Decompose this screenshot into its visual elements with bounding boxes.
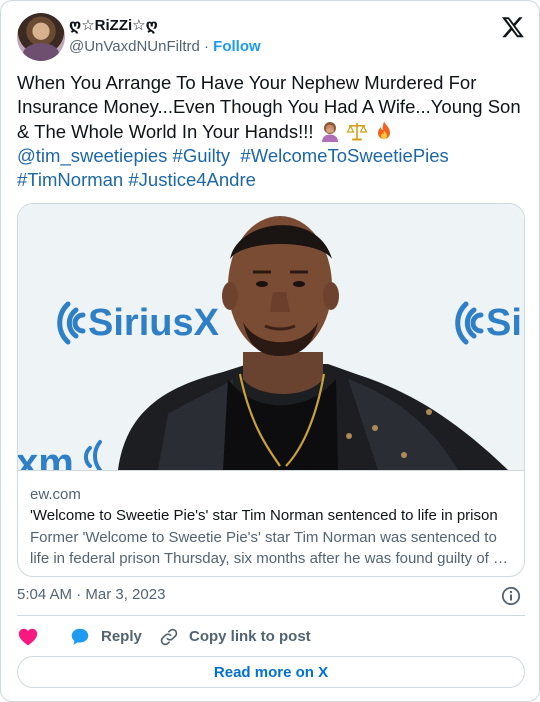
tweet-text: When You Arrange To Have Your Nephew Mur… [17,71,525,192]
link-icon [160,628,178,646]
hashtag-link[interactable]: #TimNorman [17,169,123,190]
link-preview-meta: ew.com 'Welcome to Sweetie Pie's' star T… [18,470,524,576]
copy-link-label: Copy link to post [189,628,311,645]
fire-emoji [377,120,390,139]
link-domain: ew.com [30,486,81,503]
reply-bubble-icon [71,628,89,645]
hashtag-link[interactable]: #Justice4Andre [128,169,256,190]
like-button[interactable] [17,625,39,649]
author-handle-row: @UnVaxdNUnFiltrd · Follow [69,37,261,57]
copy-link-button[interactable]: Copy link to post [159,625,311,649]
hashtag-link[interactable]: #WelcomeToSweetiePies [240,145,448,166]
balance-scale-emoji [346,122,368,141]
heart-icon [18,628,38,646]
sirius-sign-text: SiriusX [88,302,220,344]
read-more-button[interactable]: Read more on X [17,656,525,688]
x-logo-icon[interactable] [501,15,525,39]
tweet-body-text: When You Arrange To Have Your Nephew Mur… [17,72,526,142]
separator-dot: · [204,38,209,55]
link-description: Former 'Welcome to Sweetie Pie's' star T… [30,529,509,567]
sirius-sign-text-right: Si [486,302,522,344]
divider [17,615,525,616]
author-display-name[interactable]: ღ☆RiZZi☆ღ [69,16,158,36]
xm-sign-text: xm [18,441,74,470]
link-headline: 'Welcome to Sweetie Pie's' star Tim Norm… [30,507,498,524]
woman-facepalming-emoji [321,121,338,142]
reply-label: Reply [101,628,142,645]
link-preview-image: SiriusX Si xm [18,204,524,470]
hashtag-link[interactable]: #Guilty [173,145,231,166]
reply-button[interactable]: Reply [69,625,142,649]
mention-link[interactable]: @tim_sweetiepies [17,145,167,166]
link-preview-card[interactable]: SiriusX Si xm ew.com 'Welcome to Sweetie… [17,203,525,577]
follow-button[interactable]: Follow [213,38,261,55]
tweet-card: ღ☆RiZZi☆ღ @UnVaxdNUnFiltrd · Follow When… [0,0,540,702]
info-icon[interactable] [501,586,521,606]
tweet-timestamp[interactable]: 5:04 AM · Mar 3, 2023 [17,585,165,605]
avatar[interactable] [17,13,65,61]
action-bar: Reply Copy link to post [17,625,525,649]
author-handle[interactable]: @UnVaxdNUnFiltrd [69,38,200,55]
tweet-header: ღ☆RiZZi☆ღ @UnVaxdNUnFiltrd · Follow [17,13,525,61]
